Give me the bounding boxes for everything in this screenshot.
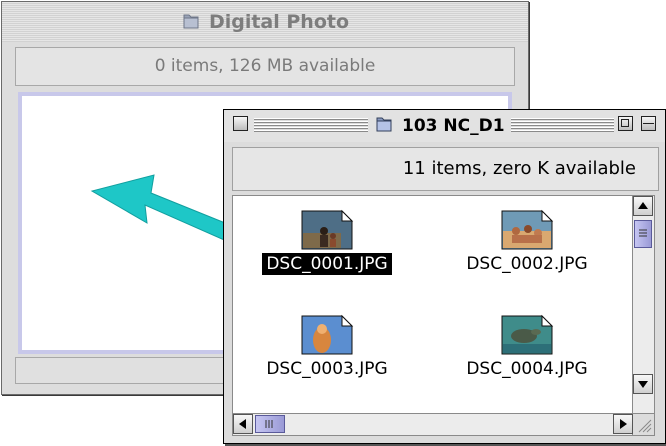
file-name[interactable]: DSC_0002.JPG: [462, 253, 591, 275]
scroll-down-arrow-icon[interactable]: [633, 374, 653, 394]
file-name[interactable]: DSC_0001.JPG: [262, 253, 392, 275]
file-name[interactable]: DSC_0004.JPG: [462, 358, 591, 380]
jpeg-thumbnail-icon: [501, 314, 554, 355]
horizontal-scrollbar[interactable]: [232, 414, 633, 436]
window-title-text: Digital Photo: [208, 11, 350, 33]
folder-icon: [181, 11, 201, 36]
window-title-bar[interactable]: Digital Photo: [2, 2, 528, 42]
scroll-right-arrow-icon[interactable]: [613, 414, 633, 434]
zoom-box-icon[interactable]: [618, 116, 633, 131]
grow-box-icon[interactable]: [633, 414, 655, 436]
window-title: 103 NC_D1: [368, 114, 511, 138]
jpeg-thumbnail-icon: [501, 209, 554, 250]
close-box-icon[interactable]: [233, 116, 248, 131]
window-title-bar[interactable]: 103 NC_D1: [224, 110, 665, 142]
window-title-text: 103 NC_D1: [402, 116, 505, 136]
file-item[interactable]: DSC_0001.JPG: [232, 209, 422, 275]
vertical-scroll-thumb[interactable]: [634, 220, 652, 248]
scroll-left-arrow-icon[interactable]: [233, 414, 253, 434]
nc-d1-window[interactable]: 103 NC_D1 11 items, zero K available DSC…: [223, 109, 666, 444]
window-info-bar: 0 items, 126 MB available: [15, 47, 515, 86]
window-title: Digital Photo: [2, 11, 528, 36]
collapse-box-icon[interactable]: [641, 116, 656, 131]
jpeg-thumbnail-icon: [301, 209, 354, 250]
window-info-bar: 11 items, zero K available: [232, 147, 659, 191]
scroll-up-arrow-icon[interactable]: [633, 196, 653, 216]
folder-icon: [374, 114, 394, 141]
file-name[interactable]: DSC_0003.JPG: [262, 358, 391, 380]
jpeg-thumbnail-icon: [301, 314, 354, 355]
vertical-scrollbar[interactable]: [633, 195, 655, 414]
horizontal-scroll-thumb[interactable]: [255, 415, 285, 433]
file-item[interactable]: DSC_0004.JPG: [432, 314, 622, 380]
folder-content-area[interactable]: DSC_0001.JPG DSC_0002.JPG DSC_0003.JPG D…: [232, 195, 633, 414]
file-item[interactable]: DSC_0003.JPG: [232, 314, 422, 380]
file-item[interactable]: DSC_0002.JPG: [432, 209, 622, 275]
